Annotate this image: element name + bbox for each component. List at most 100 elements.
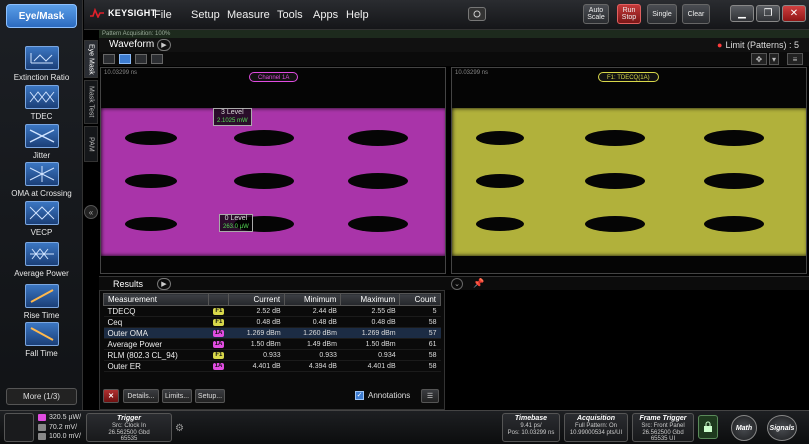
table-view-icon[interactable]: ☰: [421, 389, 439, 403]
scale-value: 100.0 mV/: [49, 433, 81, 440]
scale-row[interactable]: 100.0 mV/: [38, 433, 81, 440]
maximum-value: 1.269 dBm: [340, 327, 400, 339]
app-mode-button[interactable]: Eye/Mask: [6, 4, 77, 28]
layout-side-by-side-icon[interactable]: [119, 54, 131, 64]
measurement-name: Outer OMA: [103, 327, 209, 339]
timebase-status[interactable]: Timebase 9.41 ps/ Pos: 10.03299 ns: [502, 413, 560, 442]
source-badge: 1A: [212, 341, 225, 348]
minimum-value: 0.933: [284, 349, 341, 361]
table-row[interactable]: TDECQ F1 2.52 dB 2.44 dB 2.55 dB 5: [103, 305, 441, 317]
details-button[interactable]: Details...: [123, 389, 159, 403]
menu-setup[interactable]: Setup: [191, 9, 220, 21]
fall-time-button[interactable]: Fall Time: [0, 320, 83, 372]
close-icon[interactable]: ✕: [782, 5, 806, 22]
pattern-acquisition-strip: Pattern Acquisition: 100%: [99, 30, 809, 38]
run-stop-button[interactable]: Run Stop: [617, 4, 641, 24]
lock-icon[interactable]: [698, 415, 718, 439]
timebase-line: Pos: 10.03299 ns: [507, 429, 555, 436]
auto-scale-button[interactable]: Auto Scale: [583, 4, 609, 24]
count-value: 61: [399, 338, 441, 350]
measurement-label: Extinction Ratio: [13, 73, 70, 82]
measurement-label: Rise Time: [23, 311, 60, 320]
more-measurements-button[interactable]: More (1/3): [6, 388, 77, 405]
eye-timestamp: 10.03299 ns: [455, 70, 489, 76]
eye-diagram-f1-tdecq[interactable]: 10.03299 ns F1: TDECQ(1A): [451, 67, 807, 274]
channel-chip: [38, 424, 46, 431]
count-value: 57: [399, 327, 441, 339]
table-row[interactable]: RLM (802.3 CL_94) F1 0.933 0.933 0.934 5…: [103, 349, 441, 361]
table-row[interactable]: Outer ER 1A 4.401 dB 4.394 dB 4.401 dB 5…: [103, 360, 441, 372]
current-value: 0.48 dB: [228, 316, 285, 328]
trigger-settings-gear-icon[interactable]: ⚙: [175, 423, 184, 434]
upper-level-marker[interactable]: 3 Level 2.1025 mW: [213, 108, 252, 126]
channel-scale-box[interactable]: [4, 413, 34, 442]
signals-button[interactable]: Signals: [767, 415, 797, 441]
lower-level-value: 263.0 µW: [223, 224, 249, 230]
annotations-checkbox[interactable]: ✓: [355, 391, 364, 400]
eye-timestamp: 10.03299 ns: [104, 70, 138, 76]
hamburger-menu-icon[interactable]: ≡: [787, 53, 803, 65]
tdec-icon: [24, 85, 59, 109]
layout-grid-icon[interactable]: [151, 54, 163, 64]
table-row[interactable]: Average Power 1A 1.50 dBm 1.49 dBm 1.50 …: [103, 338, 441, 350]
tab-eye-mask[interactable]: Eye Mask: [84, 40, 98, 78]
menu-measure[interactable]: Measure: [227, 9, 270, 21]
results-title: Results: [113, 279, 144, 289]
screenshot-camera-icon[interactable]: [468, 7, 486, 21]
single-button[interactable]: Single: [647, 4, 677, 24]
measurement-label: Average Power: [14, 269, 69, 278]
limits-button[interactable]: Limits...: [162, 389, 192, 403]
menu-help[interactable]: Help: [346, 9, 369, 21]
measurement-name: RLM (802.3 CL_94): [103, 349, 209, 361]
setup-button[interactable]: Setup...: [195, 389, 225, 403]
move-crosshair-icon[interactable]: ✥: [751, 53, 767, 65]
function-badge: F1: TDECQ(1A): [598, 72, 659, 82]
col-count[interactable]: Count: [399, 293, 441, 306]
frame-trigger-status[interactable]: Frame Trigger Src: Front Panel 26.562500…: [632, 413, 694, 442]
limit-status[interactable]: ● Limit (Patterns) : 5: [717, 40, 799, 50]
layout-stacked-icon[interactable]: [135, 54, 147, 64]
col-maximum[interactable]: Maximum: [340, 293, 401, 306]
jitter-icon: [24, 124, 59, 148]
layout-single-icon[interactable]: [103, 54, 115, 64]
trigger-title: Trigger: [117, 415, 141, 422]
scale-row[interactable]: 70.2 mV/: [38, 424, 77, 431]
collapse-sidebar-icon[interactable]: «: [84, 205, 98, 219]
col-current[interactable]: Current: [227, 293, 286, 306]
col-minimum[interactable]: Minimum: [284, 293, 342, 306]
pin-icon[interactable]: 📌: [473, 278, 484, 289]
eye-diagram-channel-1a[interactable]: 10.03299 ns Channel 1A 3 Level 2.1025 mW…: [100, 67, 446, 274]
timebase-title: Timebase: [514, 415, 548, 422]
results-menu-icon[interactable]: ▶: [157, 278, 171, 290]
waveform-menu-icon[interactable]: ▶: [157, 39, 171, 51]
menu-tools[interactable]: Tools: [277, 9, 303, 21]
keysight-logo: KEYSIGHT: [90, 8, 156, 18]
maximum-value: 2.55 dB: [340, 305, 400, 317]
restore-icon[interactable]: ❐: [756, 5, 780, 22]
chevron-down-icon[interactable]: ▾: [769, 53, 779, 65]
minimum-value: 4.394 dB: [284, 360, 341, 372]
col-measurement[interactable]: Measurement: [102, 293, 210, 306]
scale-row[interactable]: 320.5 µW/: [38, 414, 81, 421]
menu-file[interactable]: File: [154, 9, 172, 21]
menu-apps[interactable]: Apps: [313, 9, 338, 21]
math-button[interactable]: Math: [731, 415, 757, 441]
channel-chip: [38, 433, 46, 440]
delete-measurement-icon[interactable]: ✕: [103, 389, 119, 403]
frame-trigger-line: 65535 UI: [650, 436, 676, 442]
table-row[interactable]: Ceq F1 0.48 dB 0.48 dB 0.48 dB 58: [103, 316, 441, 328]
collapse-results-icon[interactable]: ⌄: [451, 278, 463, 290]
tab-pam[interactable]: PAM: [84, 126, 98, 162]
upper-level-label: 3 Level: [221, 109, 244, 116]
trigger-status[interactable]: Trigger Src: Clock In 26.562500 Gbd 6553…: [86, 413, 172, 442]
table-row[interactable]: Outer OMA 1A 1.269 dBm 1.260 dBm 1.269 d…: [103, 327, 441, 339]
vecp-icon: [24, 201, 59, 225]
clear-button[interactable]: Clear: [682, 4, 710, 24]
waveform-title: Waveform: [109, 39, 155, 50]
minimum-value: 1.260 dBm: [284, 327, 341, 339]
acquisition-status[interactable]: Acquisition Full Pattern: On 10.99000534…: [564, 413, 628, 442]
tab-mask-test[interactable]: Mask Test: [84, 80, 98, 124]
minimize-icon[interactable]: ▁: [730, 5, 754, 22]
lower-level-marker[interactable]: 0 Level 263.0 µW: [219, 214, 253, 232]
results-table: Measurement Current Minimum Maximum Coun…: [102, 293, 441, 372]
